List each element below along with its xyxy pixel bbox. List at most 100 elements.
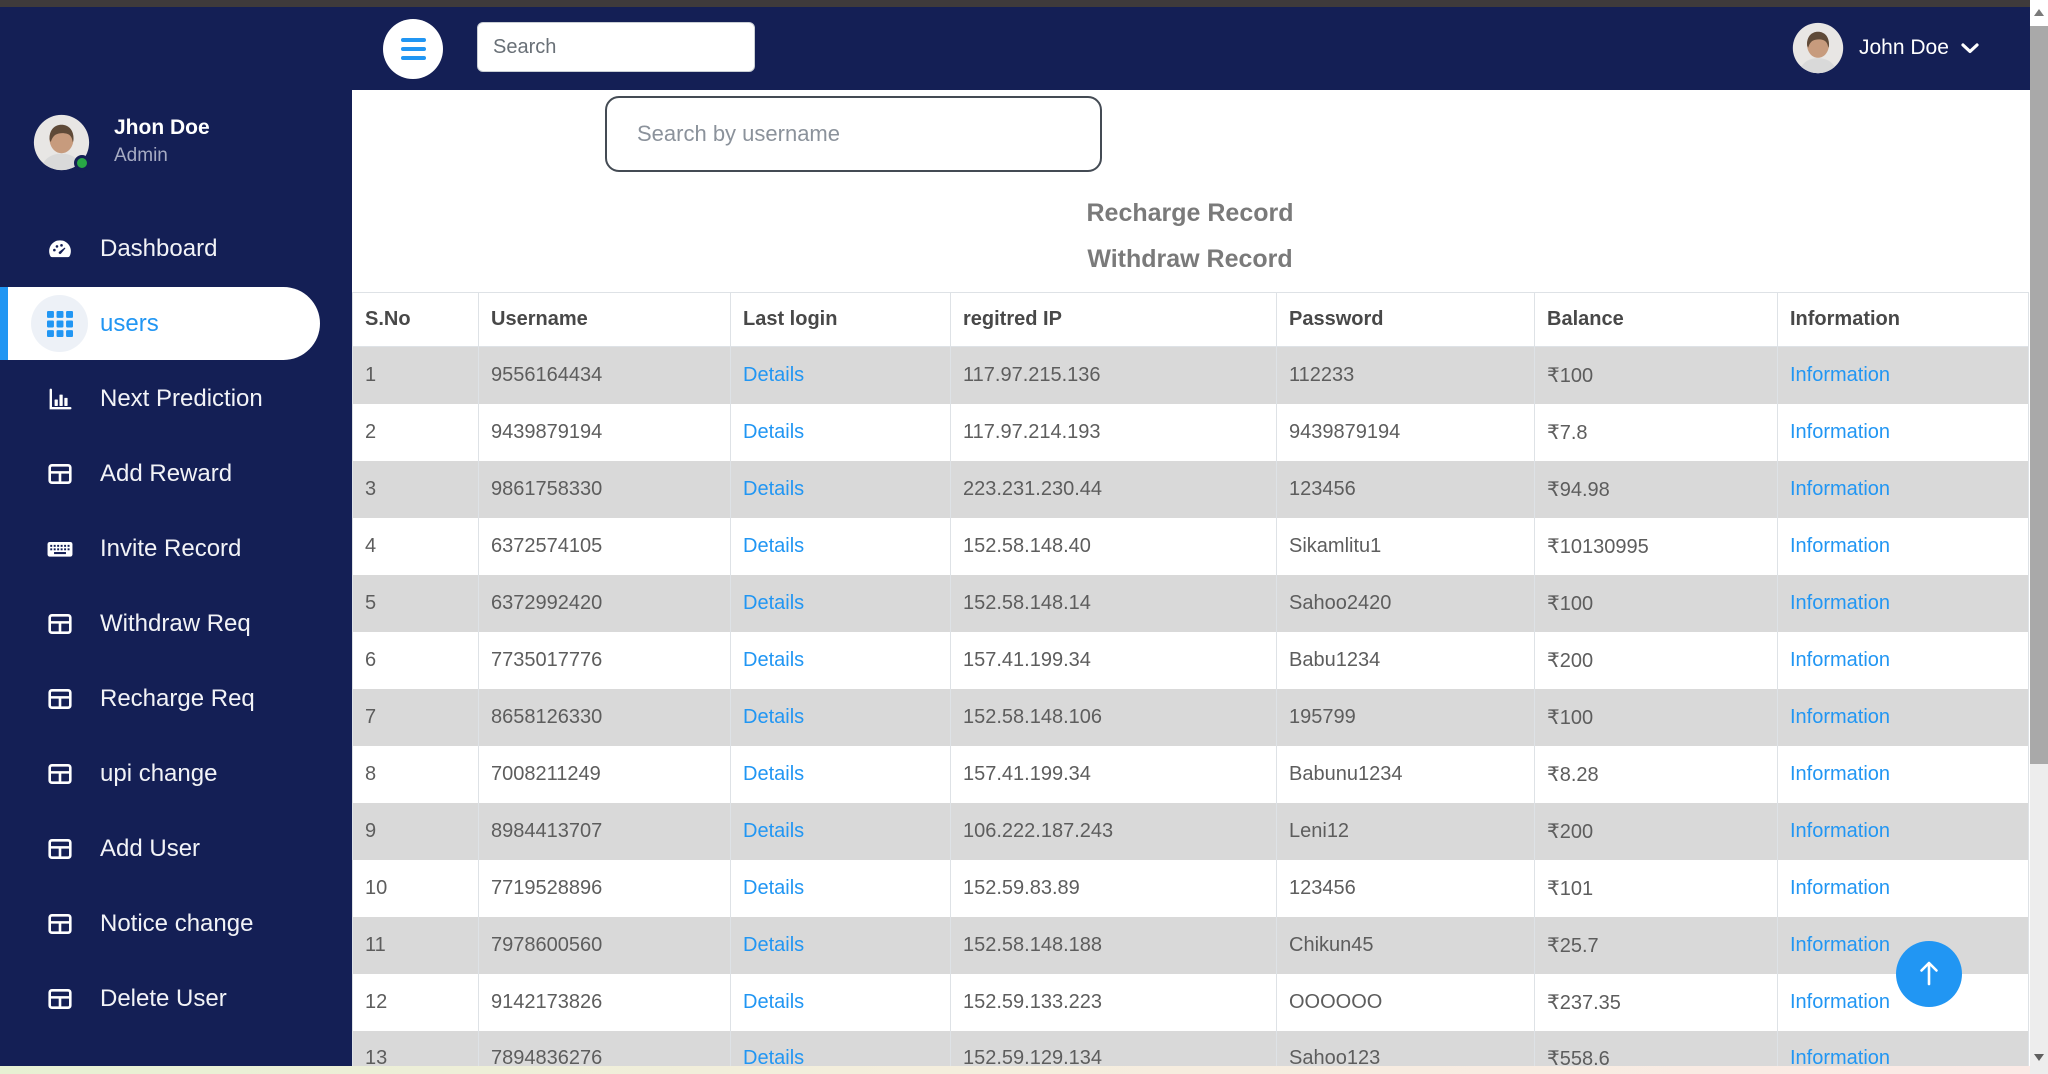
cell-last-login-link[interactable]: Details: [743, 364, 804, 386]
sidebar-item-label: Withdraw Req: [100, 609, 251, 637]
cell-balance: ₹10130995: [1534, 517, 1778, 575]
cell-last-login-link[interactable]: Details: [743, 421, 804, 443]
cell-sno: 4: [365, 534, 377, 557]
cell-information-link[interactable]: Information: [1790, 535, 1890, 557]
scroll-down-arrow-icon[interactable]: [2030, 1046, 2048, 1068]
table-row: 4 6372574105 Details 152.58.148.40 Sikamlitu…: [353, 517, 2029, 575]
sidebar-item-delete-user[interactable]: Delete User: [0, 961, 352, 1036]
sidebar-item-invite-record[interactable]: Invite Record: [0, 511, 352, 586]
cell-information: Information: [1777, 631, 2029, 689]
cell-username: 6372574105: [478, 517, 731, 575]
scrollbar-thumb[interactable]: [2030, 26, 2048, 764]
cell-last-login-link[interactable]: Details: [743, 991, 804, 1013]
cell-information: Information: [1777, 802, 2029, 860]
sidebar-item-next-prediction[interactable]: Next Prediction: [0, 361, 352, 436]
cell-information: Information: [1777, 517, 2029, 575]
cell-last-login-link[interactable]: Details: [743, 535, 804, 557]
sidebar-item-users[interactable]: users: [0, 286, 352, 361]
cell-information: Information: [1777, 403, 2029, 461]
sidebar-item-dashboard[interactable]: Dashboard: [0, 211, 352, 286]
cell-registered-ip: 152.58.148.188: [950, 916, 1277, 974]
sidebar-item-label: Recharge Req: [100, 684, 255, 712]
sidebar-item-notice-change[interactable]: Notice change: [0, 886, 352, 961]
cell-last-login: Details: [730, 346, 951, 404]
username-filter-input[interactable]: [605, 96, 1102, 172]
cell-last-login: Details: [730, 403, 951, 461]
sidebar-item-label: users: [100, 309, 159, 337]
cell-last-login-link[interactable]: Details: [743, 592, 804, 614]
online-status-dot: [74, 155, 90, 171]
cell-information-link[interactable]: Information: [1790, 877, 1890, 899]
cell-information-link[interactable]: Information: [1790, 934, 1890, 956]
cell-information-link[interactable]: Information: [1790, 820, 1890, 842]
sidebar-item-label: Invite Record: [100, 534, 242, 562]
user-avatar: [1792, 22, 1844, 74]
cell-username: 9861758330: [478, 460, 731, 518]
user-name: John Doe: [1859, 36, 1949, 59]
table-icon: [31, 745, 88, 802]
sidebar-item-add-reward[interactable]: Add Reward: [0, 436, 352, 511]
cell-username: 8658126330: [478, 688, 731, 746]
cell-information: Information: [1777, 346, 2029, 404]
sidebar-nav: Dashboard users Next Prediction Add Reward I…: [0, 211, 352, 1036]
cell-information-link[interactable]: Information: [1790, 706, 1890, 728]
sidebar-item-label: Notice change: [100, 909, 254, 937]
cell-last-login-link[interactable]: Details: [743, 706, 804, 728]
sidebar-item-withdraw-req[interactable]: Withdraw Req: [0, 586, 352, 661]
cell-balance: ₹7.8: [1534, 403, 1778, 461]
cell-username: 9556164434: [478, 346, 731, 404]
cell-last-login: Details: [730, 460, 951, 518]
cell-username: 7008211249: [478, 745, 731, 803]
sidebar-item-recharge-req[interactable]: Recharge Req: [0, 661, 352, 736]
cell-password: 195799: [1276, 688, 1535, 746]
table-row: 12 9142173826 Details 152.59.133.223 OOOOOO ₹…: [353, 973, 2029, 1031]
cell-last-login-link[interactable]: Details: [743, 820, 804, 842]
column-header-last-login: Last login: [730, 292, 951, 347]
cell-last-login-link[interactable]: Details: [743, 478, 804, 500]
user-menu[interactable]: John Doe: [1792, 18, 1979, 78]
cell-password: Sikamlitu1: [1276, 517, 1535, 575]
table-icon: [31, 445, 88, 502]
cell-password: 112233: [1276, 346, 1535, 404]
column-header-balance: Balance: [1534, 292, 1778, 347]
menu-toggle-button[interactable]: [383, 19, 443, 79]
search-input[interactable]: [477, 22, 755, 72]
scroll-to-top-button[interactable]: [1896, 941, 1962, 1007]
cell-last-login-link[interactable]: Details: [743, 763, 804, 785]
cell-username: 6372992420: [478, 574, 731, 632]
grid-icon: [31, 295, 88, 352]
menu-icon: [400, 47, 426, 51]
cell-sno: 9: [352, 802, 479, 860]
cell-last-login-link[interactable]: Details: [743, 877, 804, 899]
table-row: 9 8984413707 Details 106.222.187.243 Leni12 ₹…: [352, 802, 2029, 860]
cell-information-link[interactable]: Information: [1790, 991, 1890, 1013]
cell-information-link[interactable]: Information: [1790, 763, 1890, 785]
table-row: 7 8658126330 Details 152.58.148.106 195799 ₹1…: [352, 688, 2029, 746]
cell-last-login: Details: [730, 688, 951, 746]
cell-sno: 6: [365, 648, 377, 671]
cell-sno: 7: [352, 688, 479, 746]
bottom-edge-strip: [0, 1066, 2030, 1074]
cell-last-login-link[interactable]: Details: [743, 934, 804, 956]
sidebar-item-upi-change[interactable]: upi change: [0, 736, 352, 811]
table-row: 6 7735017776 Details 157.41.199.34 Babu1234 ₹…: [353, 631, 2029, 689]
vertical-scrollbar[interactable]: [2030, 0, 2048, 1074]
main-content: Recharge Record Withdraw Record S.NoUser…: [352, 90, 2029, 1074]
cell-information-link[interactable]: Information: [1790, 478, 1890, 500]
cell-information-link[interactable]: Information: [1790, 421, 1890, 443]
cell-information-link[interactable]: Information: [1790, 592, 1890, 614]
cell-registered-ip: 117.97.214.193: [950, 403, 1277, 461]
cell-last-login: Details: [730, 745, 951, 803]
cell-balance: ₹100: [1534, 574, 1778, 632]
sidebar-item-add-user[interactable]: Add User: [0, 811, 352, 886]
cell-registered-ip: 152.58.148.106: [950, 688, 1277, 746]
keyboard-icon: [31, 520, 88, 577]
scroll-up-arrow-icon[interactable]: [2030, 0, 2048, 26]
cell-password: Leni12: [1276, 802, 1535, 860]
cell-registered-ip: 106.222.187.243: [950, 802, 1277, 860]
cell-balance: ₹25.7: [1534, 916, 1778, 974]
cell-information-link[interactable]: Information: [1790, 364, 1890, 386]
cell-information-link[interactable]: Information: [1790, 649, 1890, 671]
cell-last-login-link[interactable]: Details: [743, 649, 804, 671]
profile-name: Jhon Doe: [114, 116, 210, 139]
